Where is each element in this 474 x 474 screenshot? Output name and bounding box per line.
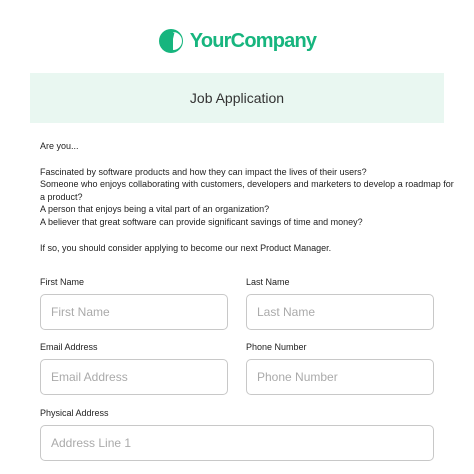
last-name-field[interactable] [246,294,434,330]
email-field[interactable] [40,359,228,395]
brand-header: YourCompany [0,26,474,56]
intro-question: Are you... [40,141,79,151]
job-description: Are you... Fascinated by software produc… [40,140,460,254]
job-application-page: YourCompany Job Application Are you... F… [0,0,474,474]
form-title-banner: Job Application [30,73,444,123]
company-name: YourCompany [189,29,317,52]
address-label: Physical Address [40,408,109,418]
first-name-field[interactable] [40,294,228,330]
intro-item: A person that enjoys being a vital part … [40,204,270,215]
phone-label: Phone Number [246,342,307,352]
last-name-label: Last Name [246,277,290,287]
intro-closing: If so, you should consider applying to b… [40,242,332,253]
company-logo-icon [158,29,183,53]
intro-item: A believer that great software can provi… [40,216,363,227]
form-title: Job Application [189,90,285,106]
email-label: Email Address [40,342,98,352]
intro-item: Fascinated by software products and how … [40,166,367,177]
first-name-label: First Name [40,277,85,287]
address-line-1-field[interactable] [40,425,434,461]
intro-item: Someone who enjoys collaborating with cu… [40,179,454,202]
phone-field[interactable] [246,359,434,395]
